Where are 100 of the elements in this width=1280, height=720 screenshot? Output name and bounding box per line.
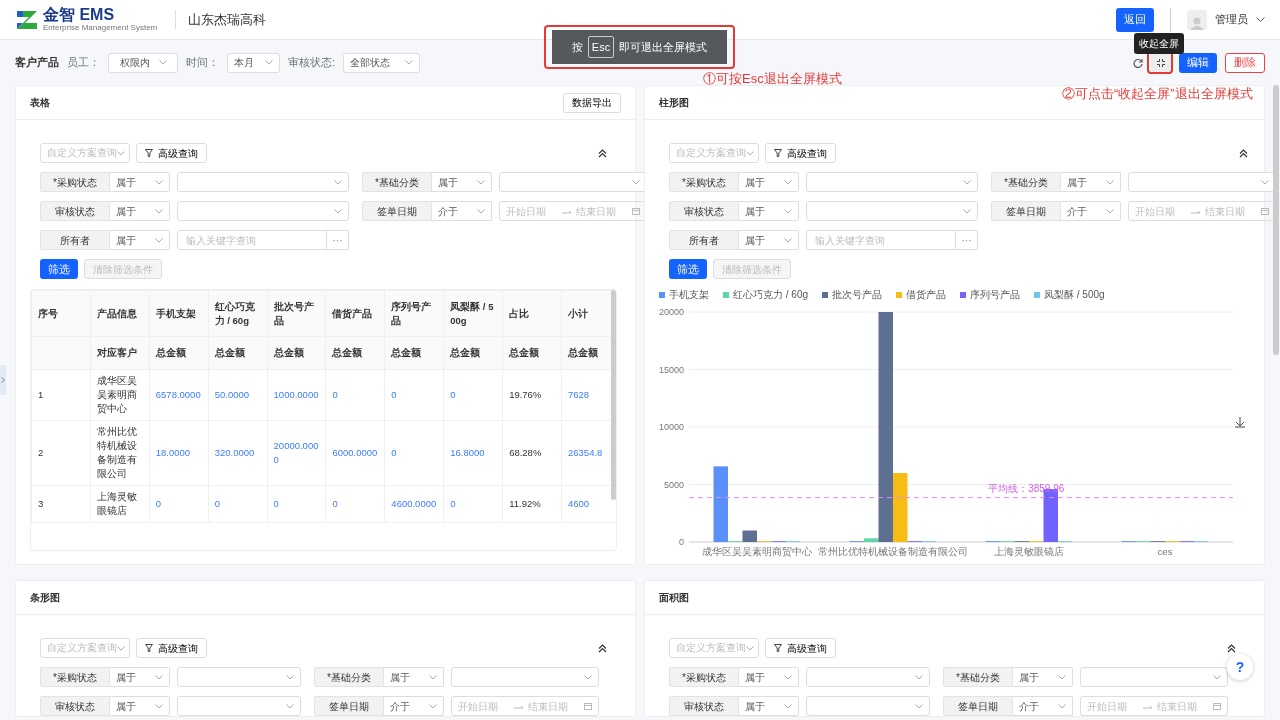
back-button[interactable]: 返回 [1116, 7, 1154, 32]
value-dropdown[interactable] [177, 172, 349, 192]
panel-title: 面积图 [659, 591, 689, 605]
refresh-icon[interactable] [1133, 57, 1143, 68]
value-dropdown[interactable] [451, 667, 599, 687]
amount-link[interactable]: 320.0000 [214, 446, 261, 460]
operator-dropdown[interactable]: 介于 [1061, 201, 1121, 221]
operator-dropdown[interactable]: 介于 [1013, 696, 1073, 716]
caret-icon [915, 703, 923, 709]
more-button[interactable]: ··· [327, 230, 349, 250]
caret-icon [632, 179, 640, 185]
advanced-query-button[interactable]: 高级查询 [136, 143, 207, 163]
filter-dropdown[interactable]: 全部状态 [343, 52, 421, 73]
average-label: 平均线：3859.96 [988, 482, 1065, 494]
amount-link[interactable]: 18.0000 [155, 446, 202, 460]
edit-button[interactable]: 编辑 [1179, 52, 1217, 73]
keyword-field[interactable]: 输入关键字查询 [806, 230, 956, 250]
user-menu[interactable]: 管理员 [1215, 11, 1265, 28]
operator-dropdown[interactable]: 属于 [739, 230, 799, 250]
calendar-icon [1213, 702, 1221, 710]
operator-dropdown[interactable]: 属于 [739, 172, 799, 192]
value-dropdown[interactable] [499, 172, 647, 192]
advanced-query-button[interactable]: 高级查询 [765, 143, 836, 163]
caret-icon [429, 703, 437, 709]
value-dropdown[interactable] [177, 667, 301, 687]
operator-dropdown[interactable]: 介于 [384, 696, 444, 716]
caret-icon [784, 703, 792, 709]
collapse-icon[interactable] [598, 643, 607, 653]
caret-icon [1261, 179, 1269, 185]
advanced-query-button[interactable]: 高级查询 [136, 638, 207, 658]
table-cell: 2 [31, 420, 91, 486]
filter-icon [774, 644, 782, 652]
condition-label: *采购状态 [40, 172, 110, 192]
filter-button[interactable]: 筛选 [40, 259, 78, 279]
keyword-field[interactable]: 输入关键字查询 [177, 230, 327, 250]
amount-link[interactable]: 6000.0000 [332, 446, 379, 460]
operator-dropdown[interactable]: 介于 [432, 201, 492, 221]
sidebar-toggle[interactable] [0, 365, 6, 395]
condition-label: 审核状态 [669, 201, 739, 221]
amount-link[interactable]: 16.8000 [450, 446, 497, 460]
column-header: 总金额 [208, 336, 268, 370]
operator-dropdown[interactable]: 属于 [432, 172, 492, 192]
chevron-icon [1, 377, 5, 383]
value-dropdown[interactable] [806, 667, 930, 687]
column-header: 手机支架 [149, 290, 209, 337]
company-name: 山东杰瑞高科 [175, 9, 267, 30]
caret-icon [158, 60, 167, 65]
caret-icon [117, 645, 125, 651]
condition-label: *基础分类 [943, 667, 1013, 687]
operator-dropdown[interactable]: 属于 [1061, 172, 1121, 192]
logo-icon [15, 8, 39, 31]
value-dropdown[interactable] [1080, 667, 1228, 687]
panel-title: 条形图 [30, 591, 60, 605]
operator-dropdown[interactable]: 属于 [384, 667, 444, 687]
operator-dropdown[interactable]: 属于 [110, 172, 170, 192]
value-dropdown[interactable] [806, 172, 978, 192]
delete-button[interactable]: 删除 [1225, 52, 1265, 73]
value-dropdown[interactable] [806, 696, 930, 716]
operator-dropdown[interactable]: 属于 [739, 696, 799, 716]
operator-dropdown[interactable]: 属于 [110, 230, 170, 250]
amount-link[interactable]: 26354.8 [568, 446, 614, 460]
value-dropdown[interactable] [177, 201, 349, 221]
column-header: 总金额 [384, 336, 444, 370]
condition-label: 签单日期 [314, 696, 384, 716]
column-header: 序列号产品 [384, 290, 444, 337]
caret-icon [405, 60, 414, 65]
value-dropdown[interactable] [806, 201, 978, 221]
download-icon[interactable] [1234, 416, 1246, 428]
scrollbar[interactable] [611, 290, 616, 500]
caret-icon [784, 179, 792, 185]
collapse-icon[interactable] [1239, 148, 1248, 158]
caret-icon [477, 208, 485, 214]
filter-button[interactable]: 筛选 [669, 259, 707, 279]
operator-dropdown[interactable]: 属于 [110, 667, 170, 687]
operator-dropdown[interactable]: 属于 [110, 201, 170, 221]
amount-link[interactable]: 0 [391, 446, 438, 460]
collapse-icon[interactable] [598, 148, 607, 158]
filter-label: 时间： [186, 55, 219, 71]
value-dropdown[interactable] [1128, 172, 1276, 192]
export-button[interactable]: 数据导出 [563, 92, 621, 113]
caret-icon [155, 237, 163, 243]
caret-icon [477, 179, 485, 185]
scrollbar[interactable] [1273, 85, 1279, 355]
exit-fullscreen-button[interactable] [1151, 52, 1171, 73]
filter-dropdown[interactable]: 权限内 [108, 52, 178, 73]
operator-dropdown[interactable]: 属于 [739, 667, 799, 687]
collapse-icon[interactable] [1227, 643, 1236, 653]
advanced-query-button[interactable]: 高级查询 [765, 638, 836, 658]
operator-dropdown[interactable]: 属于 [110, 696, 170, 716]
more-button[interactable]: ··· [956, 230, 978, 250]
caret-icon [746, 645, 754, 651]
caret-icon [1213, 674, 1221, 680]
caret-icon [286, 703, 294, 709]
condition-label: *基础分类 [362, 172, 432, 192]
column-header: 对应客户 [90, 336, 150, 370]
operator-dropdown[interactable]: 属于 [739, 201, 799, 221]
panel-title: 柱形图 [659, 96, 689, 110]
filter-dropdown[interactable]: 本月 [227, 52, 280, 73]
value-dropdown[interactable] [177, 696, 301, 716]
operator-dropdown[interactable]: 属于 [1013, 667, 1073, 687]
